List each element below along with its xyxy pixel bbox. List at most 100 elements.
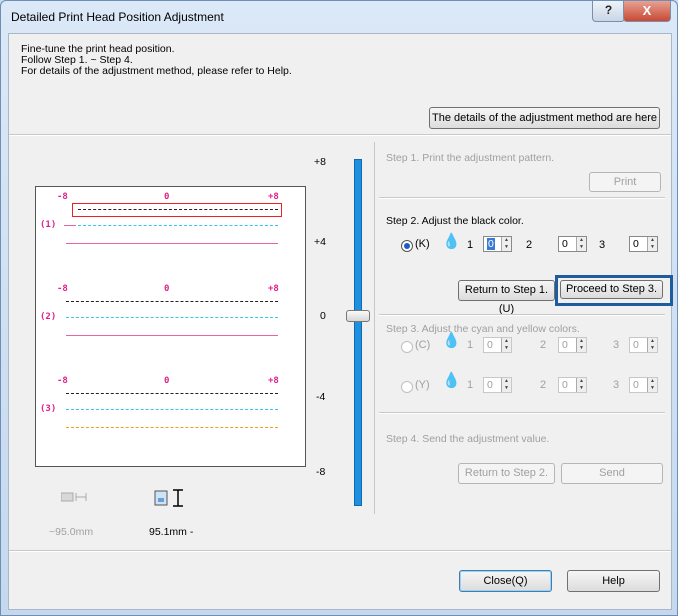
- slider-tick-label: +8: [314, 156, 326, 168]
- intro-line-3: For details of the adjustment method, pl…: [21, 65, 292, 77]
- yellow-field-2-spinner[interactable]: 0 ▲ ▼: [558, 377, 587, 393]
- spinner-arrows-icon[interactable]: ▲ ▼: [501, 378, 511, 392]
- print-button[interactable]: Print: [589, 172, 661, 192]
- dialog-window: Detailed Print Head Position Adjustment …: [0, 0, 678, 616]
- field-index: 2: [540, 379, 547, 391]
- yellow-radio-label: (Y): [415, 379, 430, 391]
- magenta-line: [66, 243, 278, 244]
- spinner-arrows-icon[interactable]: ▲ ▼: [576, 237, 586, 251]
- spinner-arrows-icon[interactable]: ▲ ▼: [501, 338, 511, 352]
- width-measurement: ~95.0mm: [49, 526, 94, 538]
- step1-label: Step 1. Print the adjustment pattern.: [386, 152, 555, 164]
- selected-row-highlight: [72, 203, 282, 217]
- tick-label: -8: [57, 376, 68, 386]
- spinner-value: 0: [633, 238, 639, 250]
- black-radio-label: (K): [415, 238, 430, 250]
- black-field-3-spinner[interactable]: 0 ▲ ▼: [629, 236, 658, 252]
- yellow-radio[interactable]: [401, 381, 413, 393]
- step3-label: Step 3. Adjust the cyan and yellow color…: [386, 323, 580, 335]
- black-pattern-line: [66, 393, 278, 394]
- cyan-pattern-line: [78, 225, 278, 226]
- close-button[interactable]: Close(Q): [459, 570, 552, 592]
- spinner-value: 0: [487, 238, 495, 250]
- paper-height-icon: [154, 489, 188, 507]
- step-separator: [379, 197, 665, 199]
- step-separator: [379, 314, 665, 316]
- slider-tick-label: 0: [320, 310, 326, 322]
- field-index: 2: [540, 339, 547, 351]
- send-button[interactable]: Send: [561, 463, 663, 484]
- spinner-value: 0: [562, 238, 568, 250]
- dialog-body: Fine-tune the print head position. Follo…: [8, 33, 673, 610]
- height-measurement: 95.1mm -: [149, 526, 194, 538]
- tick-label: -8: [57, 192, 68, 202]
- steps-panel-divider: [374, 142, 375, 514]
- spinner-value: 0: [633, 379, 639, 391]
- field-index: 3: [613, 379, 620, 391]
- spinner-arrows-icon[interactable]: ▲ ▼: [501, 237, 511, 251]
- return-to-step1-button[interactable]: Return to Step 1.(U): [458, 280, 555, 315]
- tick-label: +8: [268, 284, 279, 294]
- field-index: 3: [599, 239, 606, 251]
- title-help-button[interactable]: ?: [592, 1, 625, 22]
- black-pattern-line: [66, 301, 278, 302]
- return-to-step2-button[interactable]: Return to Step 2.: [458, 463, 555, 484]
- group-label: (2): [40, 312, 57, 322]
- field-index: 2: [526, 239, 533, 251]
- tick-label: -8: [57, 284, 68, 294]
- cyan-radio-label: (C): [415, 339, 431, 351]
- spinner-value: 0: [633, 339, 639, 351]
- step2-label: Step 2. Adjust the black color.: [386, 215, 524, 227]
- spinner-value: 0: [487, 379, 493, 391]
- tick-label: 0: [164, 376, 170, 386]
- spinner-value: 0: [562, 379, 568, 391]
- proceed-to-step3-button[interactable]: Proceed to Step 3.: [560, 280, 663, 299]
- top-separator: [9, 134, 671, 136]
- window-title: Detailed Print Head Position Adjustment: [11, 10, 224, 24]
- adjustment-slider-track[interactable]: [354, 159, 362, 506]
- field-index: 1: [467, 239, 474, 251]
- field-index: 3: [613, 339, 620, 351]
- pattern-preview: -8 0 +8 (1) -8 0 +8 (2) -8 0 +8 (3): [35, 186, 306, 467]
- slider-tick-label: +4: [314, 236, 326, 248]
- spinner-arrows-icon[interactable]: ▲ ▼: [576, 338, 586, 352]
- spinner-arrows-icon[interactable]: ▲ ▼: [647, 378, 657, 392]
- black-radio[interactable]: [401, 240, 413, 252]
- black-field-2-spinner[interactable]: 0 ▲ ▼: [558, 236, 587, 252]
- field-index: 1: [467, 379, 474, 391]
- spinner-value: 0: [487, 339, 493, 351]
- tick-label: +8: [268, 192, 279, 202]
- spinner-arrows-icon[interactable]: ▲ ▼: [647, 338, 657, 352]
- footer-separator: [9, 550, 671, 552]
- yellow-pattern-line: [66, 427, 278, 428]
- cyan-pattern-line: [66, 317, 278, 318]
- step-separator: [379, 412, 665, 414]
- intro-text: Fine-tune the print head position. Follo…: [21, 44, 292, 77]
- slider-tick-label: -4: [316, 391, 326, 403]
- cyan-field-2-spinner[interactable]: 0 ▲ ▼: [558, 337, 587, 353]
- cyan-radio[interactable]: [401, 341, 413, 353]
- cyan-ink-drop-icon: 💧: [442, 332, 461, 349]
- help-button[interactable]: Help: [567, 570, 660, 592]
- black-field-1-spinner[interactable]: 0 ▲ ▼: [483, 236, 512, 252]
- field-index: 1: [467, 339, 474, 351]
- tick-label: 0: [164, 192, 170, 202]
- magenta-guide: [64, 225, 76, 226]
- group-label: (3): [40, 404, 57, 414]
- title-close-button[interactable]: X: [623, 1, 671, 22]
- spinner-value: 0: [562, 339, 568, 351]
- black-pattern-line: [78, 209, 278, 210]
- tick-label: +8: [268, 376, 279, 386]
- adjustment-slider-thumb[interactable]: [346, 310, 370, 322]
- yellow-ink-drop-icon: 💧: [442, 372, 461, 389]
- spinner-arrows-icon[interactable]: ▲ ▼: [647, 237, 657, 251]
- details-button[interactable]: The details of the adjustment method are…: [429, 107, 660, 129]
- cyan-field-1-spinner[interactable]: 0 ▲ ▼: [483, 337, 512, 353]
- black-ink-drop-icon: 💧: [442, 233, 461, 250]
- paper-width-icon: [60, 491, 87, 503]
- cyan-field-3-spinner[interactable]: 0 ▲ ▼: [629, 337, 658, 353]
- yellow-field-3-spinner[interactable]: 0 ▲ ▼: [629, 377, 658, 393]
- spinner-arrows-icon[interactable]: ▲ ▼: [576, 378, 586, 392]
- title-bar[interactable]: Detailed Print Head Position Adjustment …: [1, 1, 677, 33]
- yellow-field-1-spinner[interactable]: 0 ▲ ▼: [483, 377, 512, 393]
